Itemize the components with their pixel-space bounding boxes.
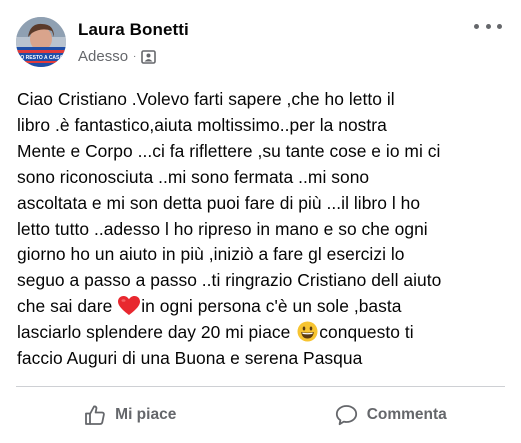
more-dot — [497, 23, 502, 29]
post-text-segment: lasciarlo splendere day 20 mi piace — [17, 322, 296, 343]
post-text-line: Ciao Cristiano .Volevo farti sapere ,che… — [17, 89, 395, 109]
grinning-face-emoji — [297, 321, 318, 342]
meta-separator: · — [133, 51, 137, 62]
thumbs-up-icon — [84, 404, 106, 426]
post-text-line: giorno ho un aiuto in più ,iniziò a fare… — [17, 244, 405, 265]
post-text-line: lasciarlo splendere day 20 mi piace conq… — [17, 320, 513, 346]
comment-bubble-icon — [335, 404, 358, 426]
post-text-segment: che sai dare — [17, 296, 118, 317]
post-timestamp[interactable]: Adesso — [78, 48, 128, 65]
avatar[interactable]: IO RESTO A CASA — [16, 17, 66, 67]
more-dot — [485, 23, 491, 29]
comment-label: Commenta — [366, 406, 447, 423]
post-text-line: ascoltata e mi son detta puoi fare di pi… — [17, 192, 421, 213]
author-name[interactable]: Laura Bonetti — [78, 20, 189, 40]
post-text-line: letto tutto ..adesso l ho ripreso in man… — [17, 218, 428, 239]
post-text-segment: conquesto ti — [319, 322, 414, 343]
more-horizontal-icon[interactable] — [474, 19, 502, 33]
post-header: IO RESTO A CASA Laura Bonetti Adesso · — [0, 0, 521, 80]
post-text-line: seguo a passo a passo ..ti ringrazio Cri… — [17, 270, 442, 291]
post-text-line: libro .è fantastico,aiuta moltissimo..pe… — [17, 114, 387, 135]
red-heart-emoji — [118, 296, 141, 316]
avatar-image: IO RESTO A CASA — [16, 17, 66, 67]
post-text-line: sono riconosciuta ..mi sono fermata ..mi… — [17, 166, 370, 187]
post-text-segment: in ogni persona c'è un sole ,basta — [141, 296, 402, 317]
post-meta: Adesso · — [78, 48, 157, 65]
like-button[interactable]: Mi piace — [0, 390, 261, 440]
avatar-banner-text: IO RESTO A CASA — [19, 55, 63, 61]
post-actions: Mi piace Commenta — [0, 390, 521, 440]
post-text: Ciao Cristiano .Volevo farti sapere ,che… — [17, 87, 513, 372]
like-label: Mi piace — [115, 406, 177, 423]
actions-divider — [16, 386, 505, 387]
comment-button[interactable]: Commenta — [261, 390, 521, 440]
post-text-line: faccio Auguri di una Buona e serena Pasq… — [17, 348, 363, 369]
facebook-post: IO RESTO A CASA Laura Bonetti Adesso · C… — [0, 0, 521, 443]
group-icon[interactable] — [141, 49, 157, 64]
post-text-line: che sai dare in ogni persona c'è un sole… — [17, 294, 513, 320]
post-text-line: Mente e Corpo ...ci fa riflettere ,su ta… — [17, 140, 441, 161]
more-dot — [474, 23, 479, 29]
